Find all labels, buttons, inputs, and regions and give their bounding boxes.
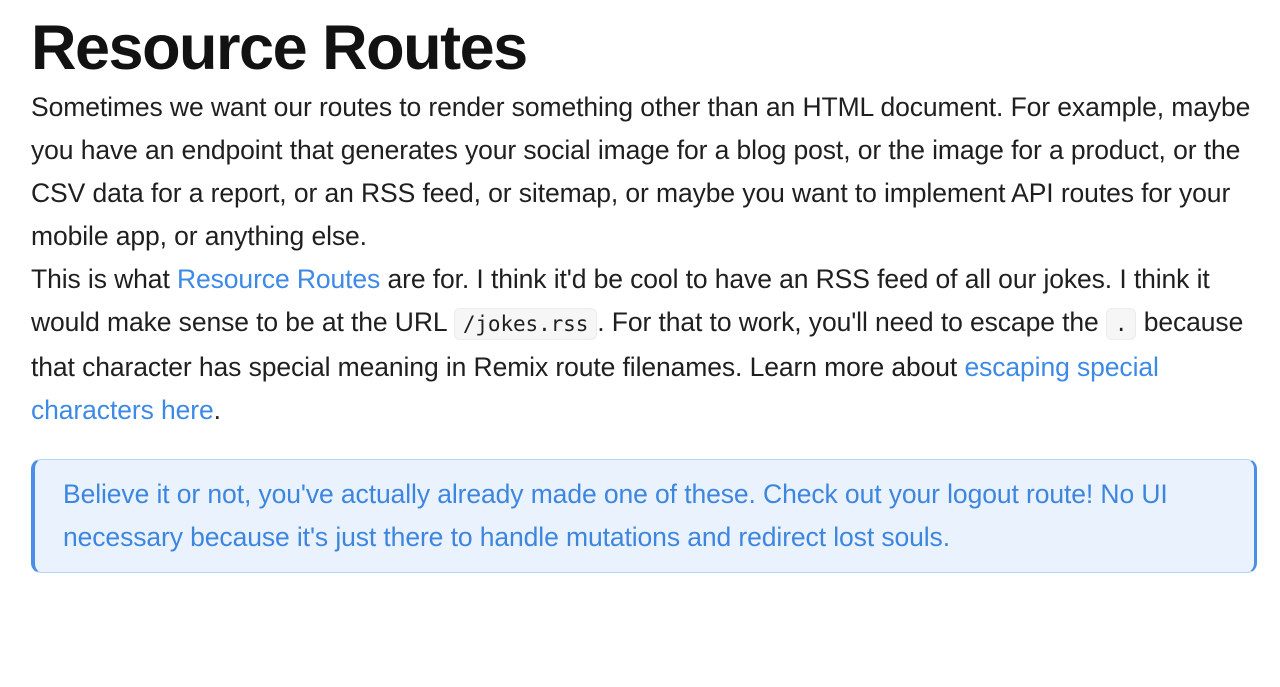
paragraph-text: This is what [31, 264, 177, 294]
paragraph-text: . [213, 395, 221, 425]
intro-paragraph: Sometimes we want our routes to render s… [31, 92, 1251, 251]
jokes-rss-code: /jokes.rss [453, 308, 598, 340]
resource-routes-paragraph: This is what Resource Routes are for. I … [31, 258, 1256, 432]
dot-code: . [1105, 308, 1137, 340]
page-title: Resource Routes [31, 13, 528, 83]
callout-text: Believe it or not, you've actually alrea… [63, 479, 1168, 552]
paragraph-text: . For that to work, you'll need to escap… [597, 307, 1106, 337]
resource-routes-link[interactable]: Resource Routes [177, 264, 380, 294]
info-callout: Believe it or not, you've actually alrea… [31, 459, 1257, 573]
doc-page: Resource Routes Sometimes we want our ro… [0, 0, 1280, 687]
